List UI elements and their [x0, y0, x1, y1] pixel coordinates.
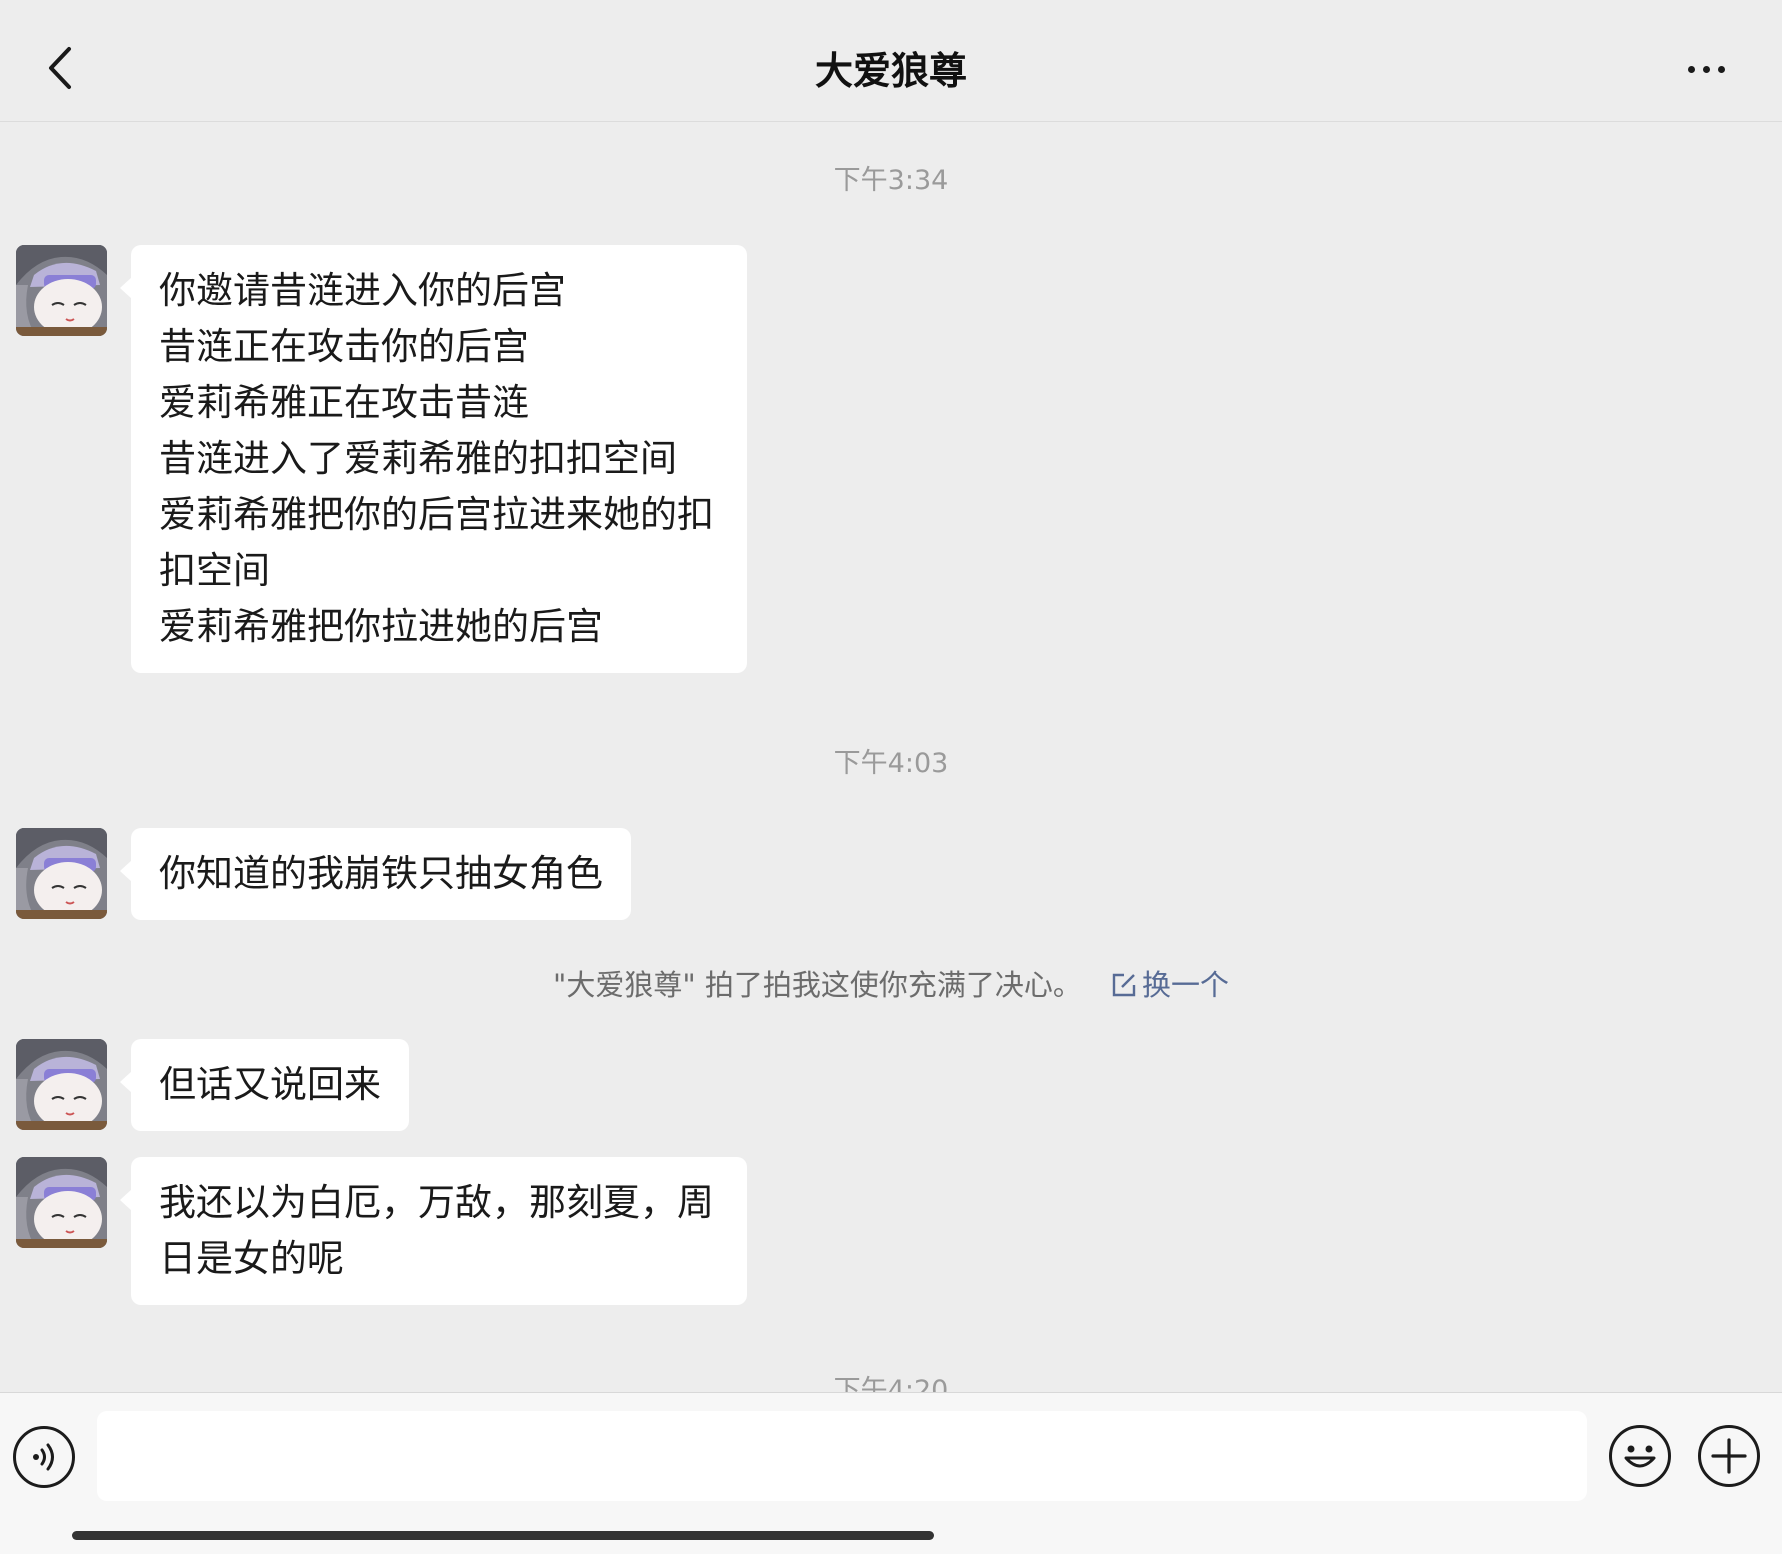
- message-line: 昔涟正在攻击你的后宫: [159, 325, 529, 368]
- emoji-button[interactable]: [1609, 1425, 1671, 1487]
- chat-title: 大爱狼尊: [814, 49, 967, 93]
- timestamp: 下午4:03: [833, 748, 949, 779]
- timestamp: 下午4:20: [833, 1375, 949, 1392]
- avatar[interactable]: [16, 1157, 107, 1248]
- plus-icon: [1711, 1438, 1747, 1474]
- timestamp: 下午3:34: [833, 165, 949, 196]
- message-bubble[interactable]: 我还以为白厄，万敌，那刻夏，周日是女的呢: [120, 1157, 747, 1305]
- message-line: 昔涟进入了爱莉希雅的扣扣空间: [159, 437, 677, 480]
- edit-icon: [1112, 973, 1136, 997]
- message-line: 但话又说回来: [159, 1063, 381, 1106]
- emoji-icon: [1624, 1445, 1656, 1468]
- message-line: 我还以为白厄，万敌，那刻夏，周日是女的呢: [159, 1181, 714, 1280]
- message-line: 你知道的我崩铁只抽女角色: [159, 852, 603, 895]
- avatar[interactable]: [16, 828, 107, 919]
- voice-icon: [33, 1443, 54, 1471]
- message-bubble[interactable]: 你知道的我崩铁只抽女角色: [120, 828, 631, 920]
- message-input[interactable]: [97, 1411, 1587, 1501]
- more-button[interactable]: [1670, 44, 1742, 94]
- change-pat-link[interactable]: 换一个: [1110, 968, 1229, 1002]
- chat-window: 大爱狼尊 下午3:34 你邀请昔涟进入你的后宫 昔涟正在攻击你的后宫 爱莉希雅正…: [0, 0, 1782, 1554]
- pat-text: "大爱狼尊" 拍了拍我这使你充满了决心。: [553, 968, 1082, 1002]
- change-pat-label: 换一个: [1141, 968, 1229, 1002]
- input-bar: [0, 1392, 1782, 1554]
- message-bubble[interactable]: 但话又说回来: [120, 1039, 409, 1131]
- message-line: 爱莉希雅把你的后宫拉进来她的扣扣空间: [159, 493, 714, 592]
- avatar[interactable]: [16, 245, 107, 336]
- pat-system-message: "大爱狼尊" 拍了拍我这使你充满了决心。 换一个: [0, 962, 1782, 1004]
- avatar[interactable]: [16, 1039, 107, 1130]
- chat-header: 大爱狼尊: [0, 0, 1782, 122]
- more-dots-icon: [1687, 65, 1725, 73]
- message-line: 爱莉希雅把你拉进她的后宫: [159, 605, 603, 648]
- home-indicator[interactable]: [72, 1531, 934, 1540]
- message-line: 你邀请昔涟进入你的后宫: [159, 269, 566, 312]
- plus-button[interactable]: [1698, 1425, 1760, 1487]
- message-line: 爱莉希雅正在攻击昔涟: [159, 381, 529, 424]
- message-bubble[interactable]: 你邀请昔涟进入你的后宫 昔涟正在攻击你的后宫 爱莉希雅正在攻击昔涟 昔涟进入了爱…: [120, 245, 747, 673]
- voice-button[interactable]: [13, 1426, 75, 1488]
